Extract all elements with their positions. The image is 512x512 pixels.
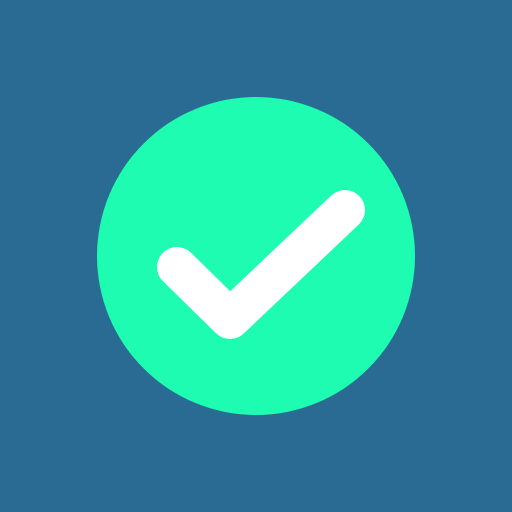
checkmark-svg	[97, 97, 415, 415]
icon-canvas	[0, 0, 512, 512]
badge-circle	[97, 97, 415, 415]
checkmark-circle-icon	[97, 97, 415, 415]
